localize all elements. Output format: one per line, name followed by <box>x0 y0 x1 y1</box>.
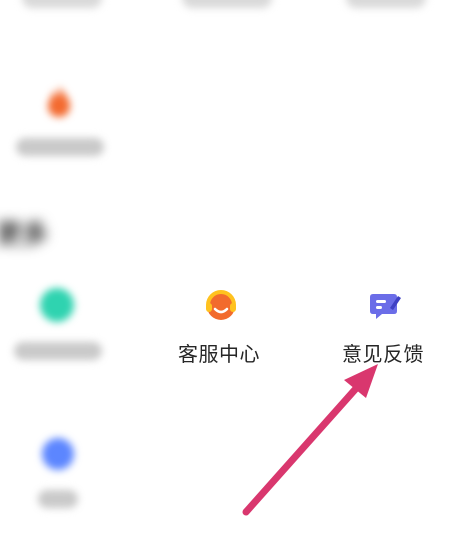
section-title: 更多 <box>0 220 49 250</box>
top-item-label <box>22 0 102 8</box>
feedback-label: 意见反馈 <box>342 342 424 366</box>
top-item-label <box>182 0 272 8</box>
feedback-edit-icon <box>368 290 402 324</box>
flame-icon[interactable] <box>44 84 74 118</box>
blurred-item-label <box>38 490 78 508</box>
blurred-item-label <box>14 342 102 360</box>
top-item-label <box>346 0 426 8</box>
settings-icon[interactable] <box>42 438 74 470</box>
blurred-item-label <box>16 138 104 156</box>
customer-service-label: 客服中心 <box>178 342 260 366</box>
customer-service-button[interactable]: 客服中心 <box>172 284 272 366</box>
headset-icon <box>204 288 238 322</box>
teal-service-icon[interactable] <box>40 288 74 322</box>
feedback-button[interactable]: 意见反馈 <box>338 284 438 366</box>
